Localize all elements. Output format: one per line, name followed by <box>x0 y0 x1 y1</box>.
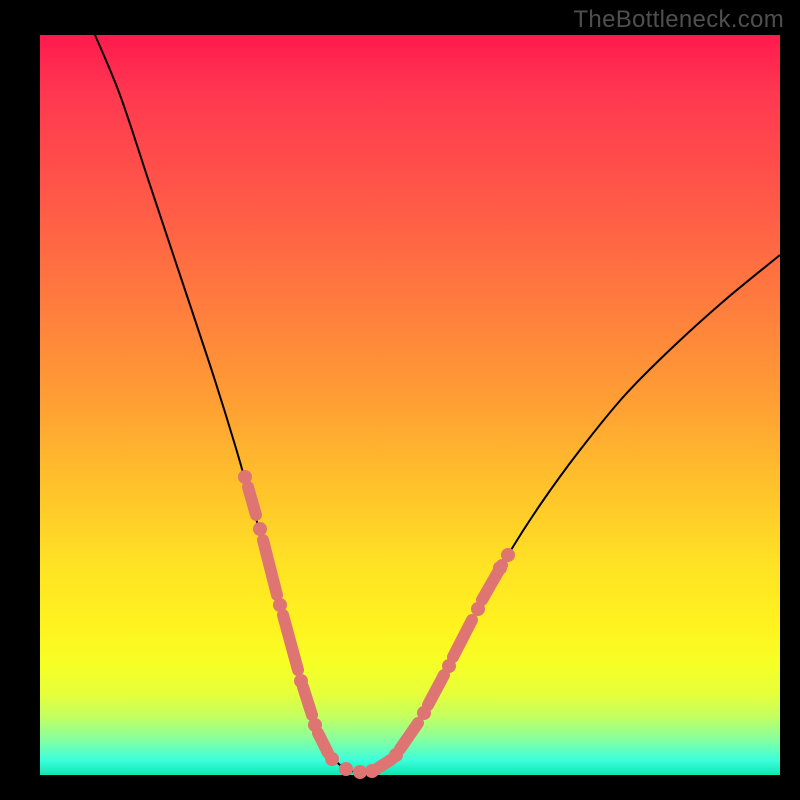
marker-dot <box>417 706 431 720</box>
marker-dot <box>238 470 252 484</box>
marker-dot <box>389 748 403 762</box>
marker-segment <box>263 540 277 595</box>
marker-dot <box>325 752 339 766</box>
curve-svg <box>40 35 780 775</box>
marker-segment <box>428 675 444 705</box>
bottleneck-curve <box>95 35 780 773</box>
plot-area <box>40 35 780 775</box>
marker-dot <box>442 659 456 673</box>
watermark-text: TheBottleneck.com <box>573 6 784 34</box>
marker-segment <box>283 615 298 670</box>
marker-segments <box>248 487 502 770</box>
marker-segment <box>248 487 256 515</box>
marker-segment <box>318 733 328 753</box>
marker-dot <box>308 718 322 732</box>
marker-dot <box>493 561 507 575</box>
marker-dot <box>365 764 379 778</box>
marker-dot <box>501 548 515 562</box>
marker-segment <box>303 687 312 715</box>
marker-segment <box>453 620 472 657</box>
marker-dot <box>273 598 287 612</box>
marker-dot <box>471 602 485 616</box>
marker-dot <box>253 522 267 536</box>
marker-segment <box>400 723 418 749</box>
chart-frame: TheBottleneck.com <box>0 0 800 800</box>
marker-dot <box>339 762 353 776</box>
marker-dot <box>353 765 367 779</box>
marker-dot <box>294 674 308 688</box>
